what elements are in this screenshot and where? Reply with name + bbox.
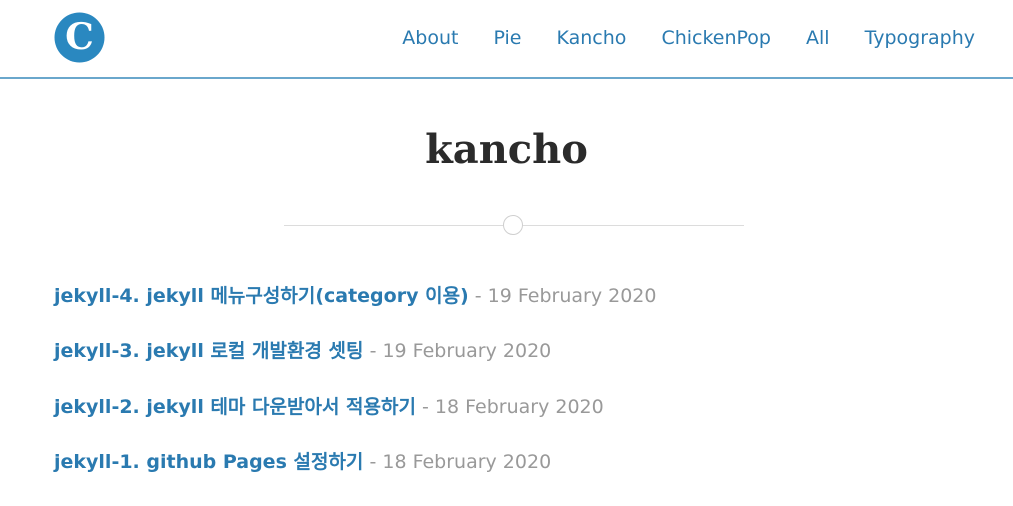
post-date: - 19 February 2020 bbox=[369, 340, 552, 363]
nav-item-pie[interactable]: Pie bbox=[493, 24, 521, 52]
post-link[interactable]: jekyll-2. jekyll 테마 다운받아서 적용하기 bbox=[54, 396, 416, 418]
post-link[interactable]: jekyll-3. jekyll 로컬 개발환경 셋팅 bbox=[54, 340, 364, 362]
divider-circle-icon bbox=[503, 215, 523, 235]
logo-letter: C bbox=[65, 16, 94, 58]
post-list-item: jekyll-2. jekyll 테마 다운받아서 적용하기 - 18 Febr… bbox=[54, 393, 656, 448]
nav-item-typography[interactable]: Typography bbox=[865, 24, 975, 52]
site-logo[interactable]: C bbox=[54, 12, 105, 63]
post-list-item: jekyll-1. github Pages 설정하기 - 18 Februar… bbox=[54, 448, 656, 503]
main-nav: About Pie Kancho ChickenPop All Typograp… bbox=[402, 24, 975, 52]
post-date: - 18 February 2020 bbox=[369, 450, 552, 473]
post-link[interactable]: jekyll-4. jekyll 메뉴구성하기(category 이용) bbox=[54, 285, 469, 307]
post-list-item: jekyll-3. jekyll 로컬 개발환경 셋팅 - 19 Februar… bbox=[54, 337, 656, 392]
post-list-item: jekyll-4. jekyll 메뉴구성하기(category 이용) - 1… bbox=[54, 282, 656, 337]
nav-item-all[interactable]: All bbox=[806, 24, 830, 52]
post-date: - 19 February 2020 bbox=[474, 285, 657, 307]
nav-item-chickenpop[interactable]: ChickenPop bbox=[661, 24, 771, 52]
logo-c-icon: C bbox=[54, 12, 105, 63]
page-title: kancho bbox=[425, 126, 588, 173]
post-link[interactable]: jekyll-1. github Pages 설정하기 bbox=[54, 451, 363, 473]
site-header: C About Pie Kancho ChickenPop All Typogr… bbox=[0, 0, 1013, 79]
nav-item-about[interactable]: About bbox=[402, 24, 458, 52]
post-list: jekyll-4. jekyll 메뉴구성하기(category 이용) - 1… bbox=[54, 282, 656, 503]
post-date: - 18 February 2020 bbox=[422, 395, 604, 418]
nav-item-kancho[interactable]: Kancho bbox=[557, 24, 627, 52]
